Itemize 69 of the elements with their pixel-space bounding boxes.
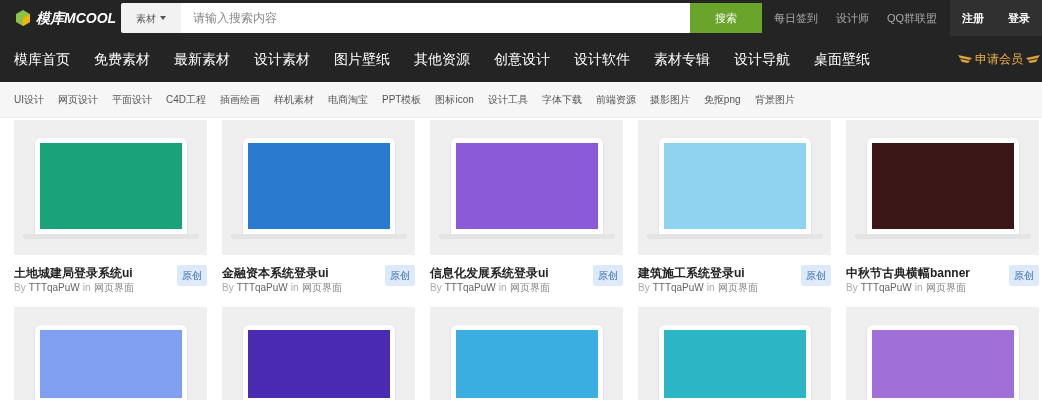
nav-item[interactable]: 设计导航	[734, 48, 790, 70]
header-link[interactable]: 设计师	[836, 9, 869, 27]
category-link[interactable]: 摄影图片	[649, 92, 690, 107]
nav-item[interactable]: 图片壁纸	[334, 48, 390, 70]
card-title[interactable]: 信息化发展系统登录ui	[430, 265, 550, 281]
by-label: By	[846, 281, 858, 294]
in-label: in	[706, 281, 715, 294]
author-link[interactable]: TTTqaPuW	[860, 281, 912, 294]
card-title[interactable]: 中秋节古典横幅banner	[846, 265, 970, 281]
category-link[interactable]: 网页界面	[93, 281, 134, 294]
by-label: By	[14, 281, 26, 294]
in-label: in	[290, 281, 299, 294]
caret-icon	[160, 16, 166, 20]
nav-item[interactable]: 设计软件	[574, 48, 630, 70]
category-link[interactable]: 网页界面	[717, 281, 758, 294]
category-link[interactable]: UI设计	[14, 92, 44, 107]
card-title[interactable]: 土地城建局登录系统ui	[14, 265, 134, 281]
category-link[interactable]: 设计工具	[487, 92, 528, 107]
category-link[interactable]: 插画绘画	[220, 92, 260, 107]
nav-item[interactable]: 最新素材	[174, 48, 230, 70]
by-label: By	[430, 281, 442, 294]
by-label: By	[222, 281, 234, 294]
vip-link[interactable]: 申请会员	[975, 50, 1023, 68]
in-label: in	[914, 281, 923, 294]
card-title[interactable]: 金融资本系统登录ui	[222, 265, 342, 281]
category-link[interactable]: 样机素材	[274, 92, 314, 107]
nav-item[interactable]: 桌面壁纸	[814, 48, 870, 70]
nav-item[interactable]: 其他资源	[414, 48, 470, 70]
author-link[interactable]: TTTqaPuW	[28, 281, 80, 294]
account-link[interactable]: 登录	[1008, 9, 1030, 27]
category-link[interactable]: 字体下载	[541, 92, 582, 107]
category-link[interactable]: 网页设计	[58, 92, 98, 107]
author-link[interactable]: TTTqaPuW	[652, 281, 704, 294]
category-link[interactable]: 平面设计	[112, 92, 152, 107]
category-link[interactable]: PPT模板	[382, 92, 422, 107]
category-link[interactable]: 图标icon	[435, 92, 474, 107]
nav-item[interactable]: 免费素材	[94, 48, 150, 70]
category-link[interactable]: C4D工程	[166, 92, 206, 107]
nav-item[interactable]: 模库首页	[14, 48, 70, 70]
header-link[interactable]: QQ群联盟	[887, 9, 938, 27]
category-link[interactable]: 电商淘宝	[328, 92, 368, 107]
category-link[interactable]: 网页界面	[509, 281, 550, 294]
original-badge: 原创	[593, 265, 623, 286]
wing-icon	[958, 54, 972, 64]
site-logo[interactable]: 模库MCOOL	[36, 7, 117, 29]
author-link[interactable]: TTTqaPuW	[236, 281, 288, 294]
search-scope-dropdown[interactable]: 素材	[121, 3, 181, 33]
in-label: in	[498, 281, 507, 294]
by-label: By	[638, 281, 650, 294]
nav-item[interactable]: 设计素材	[254, 48, 310, 70]
cube-logo-icon	[14, 9, 32, 27]
category-link[interactable]: 网页界面	[925, 281, 966, 294]
original-badge: 原创	[177, 265, 207, 286]
category-link[interactable]: 网页界面	[301, 281, 342, 294]
wing-icon	[1026, 54, 1040, 64]
header-link[interactable]: 每日签到	[774, 9, 818, 27]
category-link[interactable]: 免抠png	[703, 92, 741, 107]
card-title[interactable]: 建筑施工系统登录ui	[638, 265, 758, 281]
original-badge: 原创	[1009, 265, 1039, 286]
original-badge: 原创	[801, 265, 831, 286]
nav-item[interactable]: 创意设计	[494, 48, 550, 70]
original-badge: 原创	[385, 265, 415, 286]
search-field[interactable]: 请输入搜索内容	[181, 3, 690, 33]
category-link[interactable]: 前端资源	[595, 92, 636, 107]
category-link[interactable]: 背景图片	[754, 92, 795, 107]
in-label: in	[82, 281, 91, 294]
author-link[interactable]: TTTqaPuW	[444, 281, 496, 294]
nav-item[interactable]: 素材专辑	[654, 48, 710, 70]
account-link[interactable]: 注册	[962, 9, 984, 27]
